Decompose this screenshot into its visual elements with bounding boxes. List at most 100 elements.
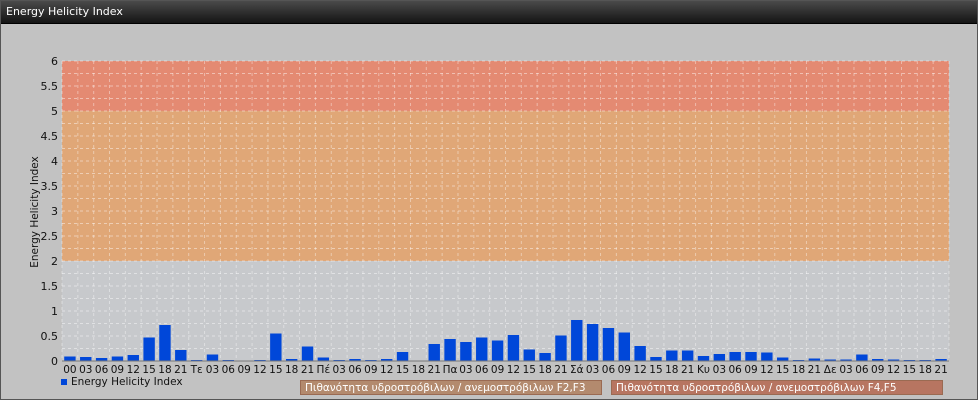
legend-band-f2-f3-label: Πιθανότητα υδροστρόβιλων / ανεμοστρόβιλω…: [305, 382, 586, 394]
x-tick-label: 12: [253, 364, 266, 376]
bar: [650, 357, 662, 361]
x-tick-label: 18: [919, 364, 932, 376]
x-tick-label: 06: [728, 364, 742, 376]
x-tick-label: 21: [174, 364, 187, 376]
bar: [697, 356, 710, 361]
legend-series-label: Energy Helicity Index: [71, 376, 183, 388]
x-tick-label: 09: [871, 364, 884, 376]
y-tick-label: 6: [51, 55, 58, 68]
bar: [64, 356, 76, 361]
x-tick-label: 09: [618, 364, 631, 376]
bar: [713, 354, 726, 361]
bar: [571, 320, 583, 361]
x-tick-label: 03: [333, 364, 346, 376]
legend-band-f4-f5-label: Πιθανότητα υδροστρόβιλων / ανεμοστρόβιλω…: [616, 382, 897, 394]
bar: [761, 352, 773, 361]
x-tick-label: 12: [380, 364, 393, 376]
x-tick-label: 18: [792, 364, 805, 376]
y-tick-label: 5.5: [41, 80, 59, 93]
x-tick-label: 12: [760, 364, 773, 376]
bar: [159, 325, 171, 361]
bar: [586, 324, 599, 361]
bar: [666, 350, 678, 361]
x-tick-label: 18: [285, 364, 298, 376]
bar: [175, 350, 187, 361]
x-tick-label: 15: [523, 364, 536, 376]
x-tick-label: 12: [633, 364, 646, 376]
legend-series-swatch: [61, 379, 67, 385]
y-tick-label: 4: [51, 155, 58, 168]
x-tick-label: 15: [649, 364, 662, 376]
x-tick-label: 21: [934, 364, 947, 376]
x-tick-label: 15: [776, 364, 789, 376]
x-tick-label: 00: [63, 364, 76, 376]
bar: [127, 355, 139, 361]
bar: [111, 356, 124, 361]
x-tick-label: 21: [301, 364, 314, 376]
bar: [539, 353, 551, 361]
bar: [618, 332, 630, 361]
x-tick-label: 12: [887, 364, 900, 376]
x-tick-label: 21: [808, 364, 821, 376]
x-tick-label: 15: [396, 364, 409, 376]
x-tick-label: 15: [142, 364, 155, 376]
x-tick-label: 06: [348, 364, 362, 376]
x-tick-label: 03: [459, 364, 472, 376]
y-tick-label: 0: [51, 355, 58, 368]
bar: [634, 346, 646, 361]
x-tick-label: 18: [158, 364, 171, 376]
bar: [729, 352, 741, 361]
bar: [317, 357, 330, 361]
y-axis-label: Energy Helicity Index: [29, 156, 41, 268]
x-tick-label: 03: [79, 364, 92, 376]
bar: [681, 350, 694, 361]
x-tick-label: Τε: [190, 364, 203, 376]
x-tick-label: 18: [412, 364, 425, 376]
y-tick-label: 3: [51, 205, 58, 218]
bar: [460, 342, 472, 361]
x-tick-label: 03: [206, 364, 219, 376]
bar: [555, 335, 567, 361]
x-tick-label: 09: [111, 364, 124, 376]
x-tick-label: 21: [681, 364, 694, 376]
x-tick-label: 18: [665, 364, 678, 376]
x-tick-label: 09: [364, 364, 377, 376]
x-tick-label: 03: [839, 364, 852, 376]
x-tick-label: 06: [855, 364, 869, 376]
x-tick-label: 06: [475, 364, 489, 376]
x-tick-label: 03: [586, 364, 599, 376]
x-tick-label: 18: [538, 364, 551, 376]
x-tick-label: 06: [222, 364, 236, 376]
bar: [523, 349, 535, 361]
bar: [776, 357, 789, 361]
legend-series-item[interactable]: Energy Helicity Index: [61, 376, 183, 388]
y-tick-label: 1: [51, 305, 58, 318]
x-tick-label: 21: [554, 364, 567, 376]
x-tick-label: Πέ: [317, 364, 331, 376]
x-tick-label: 06: [95, 364, 109, 376]
x-tick-label: Πα: [443, 364, 458, 376]
bar: [206, 354, 219, 361]
bar: [602, 328, 615, 361]
x-tick-label: 09: [237, 364, 250, 376]
y-tick-label: 0.5: [41, 330, 59, 343]
y-tick-label: 2.5: [41, 230, 59, 243]
x-tick-label: 03: [713, 364, 726, 376]
x-tick-label: Σά: [570, 364, 584, 376]
bar: [491, 340, 504, 361]
bar: [476, 337, 488, 361]
y-tick-label: 5: [51, 105, 58, 118]
energy-helicity-chart: 0 0.5 1 1.5 2 2.5 3 3.5 4 4.5 5 5.5 6 Energy Helicity…: [29, 55, 950, 376]
x-tick-label: 15: [269, 364, 282, 376]
bar: [745, 352, 757, 361]
x-tick-label: 12: [127, 364, 140, 376]
bar: [80, 357, 92, 361]
y-tick-label: 2: [51, 255, 58, 268]
x-tick-label: 06: [602, 364, 616, 376]
legend-band-f2-f3: Πιθανότητα υδροστρόβιλων / ανεμοστρόβιλω…: [300, 380, 602, 395]
y-tick-label: 3.5: [41, 180, 59, 193]
bar: [428, 344, 440, 361]
x-tick-label: 15: [903, 364, 916, 376]
bar: [856, 354, 868, 361]
bar: [444, 339, 456, 361]
